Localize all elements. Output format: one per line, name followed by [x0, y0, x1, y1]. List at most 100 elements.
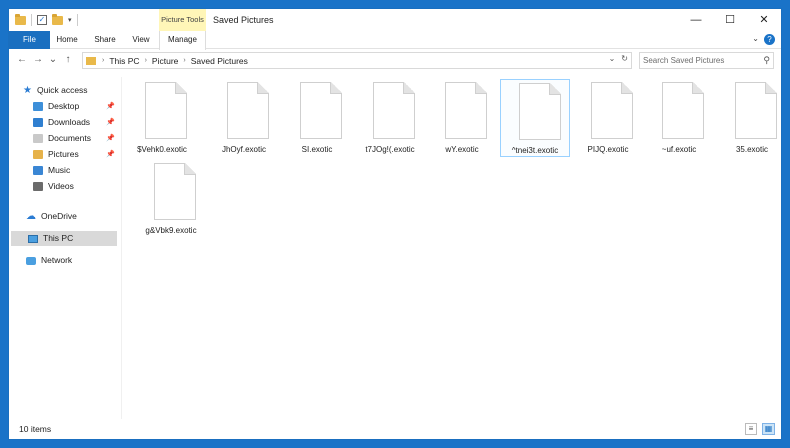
- computer-icon: [28, 234, 38, 243]
- tab-view[interactable]: View: [129, 31, 153, 49]
- tab-home[interactable]: Home: [54, 31, 80, 49]
- search-icon[interactable]: ⚲: [763, 55, 770, 66]
- toolbar-divider: [76, 14, 78, 26]
- customize-toolbar-icon[interactable]: ▾: [68, 16, 72, 24]
- desktop-icon: [33, 102, 43, 111]
- sidebar-item-onedrive[interactable]: ☁ OneDrive: [26, 209, 117, 224]
- search-box[interactable]: ⚲: [639, 52, 774, 69]
- up-button[interactable]: ↑: [61, 53, 75, 67]
- page-fold: [765, 82, 777, 94]
- refresh-icon[interactable]: ↻: [621, 54, 628, 63]
- sidebar-item-label: Quick access: [37, 85, 88, 95]
- pin-icon: 📌: [106, 119, 115, 126]
- sidebar-item-music[interactable]: Music: [33, 163, 117, 178]
- breadcrumb-separator[interactable]: ›: [102, 57, 104, 64]
- search-input[interactable]: [640, 53, 758, 68]
- sidebar-item-quick-access[interactable]: ★ Quick access: [23, 83, 117, 98]
- documents-icon: [33, 134, 43, 143]
- folder-icon: [15, 13, 26, 25]
- file-item[interactable]: SI.exotic: [282, 79, 352, 157]
- videos-icon: [33, 182, 43, 191]
- page-fold: [184, 163, 196, 175]
- music-icon: [33, 166, 43, 175]
- sidebar-item-downloads[interactable]: Downloads 📌: [33, 115, 117, 130]
- file-name: 35.exotic: [735, 145, 769, 154]
- picture-tools-label: Picture Tools: [159, 9, 206, 31]
- page-fold: [330, 82, 342, 94]
- back-button[interactable]: ←: [15, 53, 29, 67]
- tab-share[interactable]: Share: [92, 31, 118, 49]
- maximize-button[interactable]: ☐: [713, 9, 747, 31]
- file-item[interactable]: 35.exotic: [717, 79, 787, 157]
- file-item[interactable]: JhOyf.exotic: [209, 79, 279, 157]
- file-name: g&Vbk9.exotic: [145, 226, 197, 235]
- sidebar-item-label: OneDrive: [41, 211, 77, 221]
- sidebar-item-network[interactable]: Network: [26, 253, 117, 268]
- sidebar-item-label: Videos: [48, 181, 74, 191]
- navigation-pane: ★ Quick access Desktop 📌 Downloads 📌 Doc…: [9, 77, 121, 419]
- sidebar-item-desktop[interactable]: Desktop 📌: [33, 99, 117, 114]
- breadcrumb-pictures[interactable]: Picture: [152, 56, 178, 66]
- page-fold: [257, 82, 269, 94]
- status-bar: 10 items ≡ ▦: [9, 419, 781, 439]
- folder-icon: [86, 56, 96, 65]
- file-item[interactable]: g&Vbk9.exotic: [136, 160, 206, 238]
- pin-icon: 📌: [106, 135, 115, 142]
- tab-file[interactable]: File: [9, 31, 50, 49]
- toolbar-divider: [31, 14, 32, 26]
- page-fold: [621, 82, 633, 94]
- sidebar-item-label: Music: [48, 165, 71, 175]
- file-item[interactable]: ~uf.exotic: [644, 79, 714, 157]
- file-name: ^tnei3t.exotic: [511, 146, 559, 155]
- sidebar-item-this-pc[interactable]: This PC: [11, 231, 117, 246]
- breadcrumb-separator[interactable]: ›: [145, 57, 147, 64]
- history-dropdown-icon[interactable]: ⌄: [609, 54, 616, 63]
- item-count: 10 items: [19, 424, 52, 434]
- address-bar[interactable]: › This PC › Picture › Saved Pictures ⌄ ↻: [82, 52, 632, 69]
- file-name: $Vehk0.exotic: [137, 145, 187, 154]
- page-fold: [475, 82, 487, 94]
- cloud-icon: ☁: [26, 211, 36, 222]
- file-name: t7JOg!(.exotic: [365, 145, 415, 154]
- page-fold: [175, 82, 187, 94]
- sidebar-item-documents[interactable]: Documents 📌: [33, 131, 117, 146]
- sidebar-item-videos[interactable]: Videos: [33, 179, 117, 194]
- breadcrumb-separator[interactable]: ›: [183, 57, 185, 64]
- close-button[interactable]: ✕: [747, 9, 781, 31]
- file-name: ~uf.exotic: [661, 145, 697, 154]
- expand-ribbon-icon[interactable]: ⌄: [752, 34, 759, 43]
- breadcrumb-this-pc[interactable]: This PC: [109, 56, 139, 66]
- window-title: Saved Pictures: [213, 15, 274, 25]
- minimize-button[interactable]: —: [679, 9, 713, 31]
- forward-button[interactable]: →: [31, 53, 45, 67]
- sidebar-item-label: This PC: [43, 233, 74, 243]
- title-bar: ✓ ▾ Picture Tools Saved Pictures — ☐ ✕: [9, 9, 781, 31]
- file-item[interactable]: ^tnei3t.exotic: [500, 79, 570, 157]
- file-item[interactable]: wY.exotic: [427, 79, 497, 157]
- downloads-icon: [33, 118, 43, 127]
- address-controls: ⌄ ↻: [609, 54, 628, 63]
- pin-icon: 📌: [106, 151, 115, 158]
- file-item[interactable]: t7JOg!(.exotic: [355, 79, 425, 157]
- details-view-button[interactable]: ≡: [745, 423, 757, 435]
- pictures-icon: [33, 150, 43, 159]
- file-item[interactable]: $Vehk0.exotic: [127, 79, 197, 157]
- new-folder-icon[interactable]: [52, 13, 63, 25]
- pane-splitter[interactable]: [121, 77, 122, 419]
- properties-icon[interactable]: ✓: [37, 15, 47, 25]
- sidebar-item-label: Downloads: [48, 117, 91, 127]
- file-list: $Vehk0.exotic JhOyf.exotic SI.exotic t7J…: [124, 77, 779, 417]
- page-fold: [403, 82, 415, 94]
- page-fold: [549, 83, 561, 95]
- help-icon[interactable]: ?: [764, 34, 775, 45]
- sidebar-item-pictures[interactable]: Pictures 📌: [33, 147, 117, 162]
- tab-manage[interactable]: Manage: [159, 31, 206, 50]
- file-item[interactable]: PIJQ.exotic: [573, 79, 643, 157]
- navigation-bar: ← → ⌄ ↑ › This PC › Picture › Saved Pict…: [9, 50, 781, 72]
- network-icon: [26, 256, 36, 265]
- star-icon: ★: [23, 85, 32, 96]
- breadcrumb-saved-pictures[interactable]: Saved Pictures: [191, 56, 248, 66]
- recent-locations-button[interactable]: ⌄: [46, 53, 60, 67]
- large-icons-view-button[interactable]: ▦: [762, 423, 775, 435]
- window-controls: — ☐ ✕: [679, 9, 781, 31]
